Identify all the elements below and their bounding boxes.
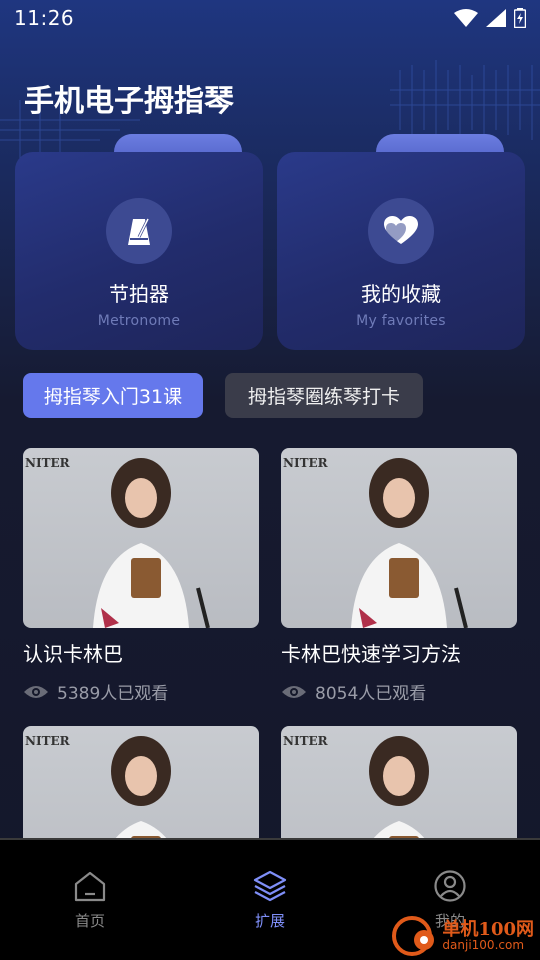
site-logo-icon (392, 916, 435, 956)
views-count: 5389人已观看 (57, 684, 169, 704)
video-views: 5389人已观看 (23, 679, 259, 704)
metronome-icon (128, 218, 150, 245)
performer-figure (93, 458, 210, 628)
eye-icon (282, 685, 306, 698)
signal-icon (486, 9, 506, 27)
metronome-icon-wrap (106, 198, 172, 264)
metronome-card[interactable]: 节拍器 Metronome (15, 152, 263, 350)
heart-icon (384, 216, 418, 244)
status-bar: 11:26 (0, 0, 540, 36)
home-icon (74, 871, 106, 902)
tab-beginner-lessons[interactable]: 拇指琴入门31课 (23, 373, 203, 418)
views-count: 8054人已观看 (315, 684, 427, 704)
video-thumbnail[interactable]: NITER (23, 448, 259, 628)
heart-icon-wrap (368, 198, 434, 264)
video-views: 8054人已观看 (281, 679, 517, 704)
performer-figure (351, 458, 468, 628)
video-card[interactable]: NITER 卡林巴快速学习方法 8054人已观看 (281, 448, 517, 704)
tab-practice-checkin[interactable]: 拇指琴圈练琴打卡 (225, 373, 423, 418)
metronome-subtitle: Metronome (97, 313, 181, 329)
status-icons (454, 8, 526, 28)
page-title: 手机电子拇指琴 (24, 84, 234, 119)
video-title: 认识卡林巴 (23, 642, 123, 666)
site-watermark-name: 单机100网 (442, 918, 534, 940)
nav-extend-label: 扩展 (254, 912, 285, 930)
status-time: 11:26 (14, 6, 75, 30)
nav-extend[interactable]: 扩展 (180, 840, 360, 960)
favorites-subtitle: My favorites (356, 313, 446, 329)
nav-home[interactable]: 首页 (0, 840, 180, 960)
layers-icon (253, 870, 287, 902)
site-watermark: 单机100网 danji100.com (390, 914, 534, 958)
site-watermark-url: danji100.com (442, 938, 525, 953)
video-thumbnail[interactable]: NITER (281, 448, 517, 628)
app-screen: 11:26 手机电子拇指琴 节拍器 Metronome 我的收藏 My favo… (0, 0, 540, 960)
video-card[interactable]: NITER 认识卡林巴 5389人已观看 (23, 448, 259, 704)
profile-icon (434, 870, 466, 902)
eye-icon (24, 685, 48, 698)
video-title: 卡林巴快速学习方法 (281, 642, 461, 666)
battery-icon (514, 8, 526, 28)
nav-home-label: 首页 (74, 912, 105, 930)
favorites-title: 我的收藏 (361, 282, 441, 306)
favorites-card[interactable]: 我的收藏 My favorites (277, 152, 525, 350)
metronome-title: 节拍器 (109, 282, 169, 306)
wifi-icon (454, 9, 478, 27)
